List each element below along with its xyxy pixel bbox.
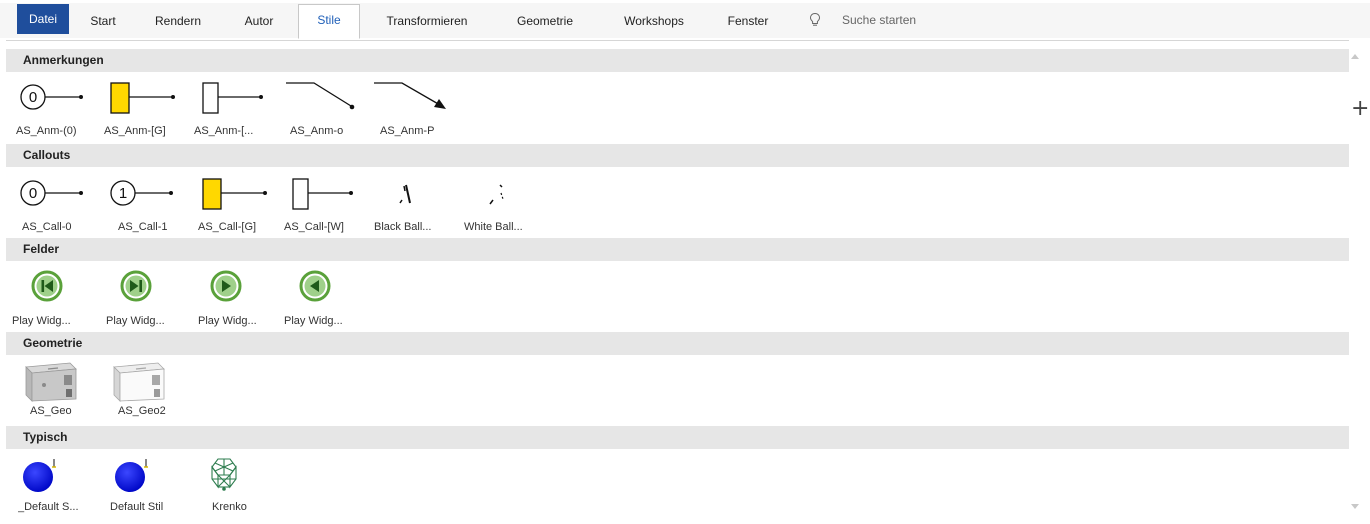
circle-one-leader-icon: 1 — [110, 180, 173, 206]
style-item-as-geo[interactable]: AS_Geo — [18, 359, 106, 419]
item-label: White Ball... — [464, 221, 523, 233]
svg-text:0: 0 — [29, 185, 37, 202]
item-label: AS_Call-1 — [118, 221, 168, 233]
style-item-play-widget-first[interactable]: Play Widg... — [12, 269, 106, 329]
style-item-as-call-w[interactable]: AS_Call-[W] — [284, 175, 374, 235]
style-item-krenko[interactable]: Krenko — [198, 455, 286, 515]
style-item-as-anm-o[interactable]: AS_Anm-o — [286, 79, 374, 139]
circle-zero-leader-icon: 0 — [20, 180, 83, 206]
style-item-as-anm-0[interactable]: 0 AS_Anm-(0) — [16, 79, 106, 139]
ribbon-tab-bar: Datei Start Rendern Autor Stile Transfor… — [0, 0, 1370, 39]
blue-sphere-icon — [115, 459, 148, 492]
white-box-leader-icon — [292, 178, 353, 210]
item-label: Play Widg... — [106, 315, 165, 327]
style-item-black-ball[interactable]: Black Ball... — [374, 175, 464, 235]
tab-start[interactable]: Start — [80, 6, 126, 36]
style-item-as-anm-g[interactable]: AS_Anm-[G] — [104, 79, 194, 139]
style-item-default-stil[interactable]: Default Stil — [108, 455, 196, 515]
style-item-play-widget-forward[interactable]: Play Widg... — [196, 269, 284, 329]
item-label: AS_Anm-(0) — [16, 125, 77, 137]
add-style-plus-icon[interactable]: + — [1351, 98, 1369, 120]
play-last-icon — [120, 270, 152, 302]
yellow-box-leader-icon — [202, 178, 267, 210]
tab-datei[interactable]: Datei — [17, 4, 69, 34]
item-label: Play Widg... — [198, 315, 257, 327]
lightbulb-icon — [809, 12, 821, 26]
section-header-felder: Felder — [6, 238, 1349, 261]
item-label: AS_Call-[W] — [284, 221, 344, 233]
item-label: Black Ball... — [374, 221, 432, 233]
play-backward-icon — [299, 270, 331, 302]
style-item-as-anm-p[interactable]: AS_Anm-P — [374, 79, 462, 139]
item-label: AS_Geo2 — [118, 405, 166, 417]
style-item-as-anm-w[interactable]: AS_Anm-[... — [194, 79, 284, 139]
tab-transformieren[interactable]: Transformieren — [372, 6, 482, 36]
tab-rendern[interactable]: Rendern — [136, 6, 220, 36]
svg-text:0: 0 — [29, 89, 37, 106]
section-header-callouts: Callouts — [6, 144, 1349, 167]
item-label: AS_Anm-[... — [194, 125, 254, 137]
search-placeholder: Suche starten — [842, 13, 917, 27]
style-item-as-call-0[interactable]: 0 AS_Call-0 — [18, 175, 106, 235]
style-item-white-ball[interactable]: White Ball... — [464, 175, 554, 235]
arrow-leader-icon — [374, 82, 446, 109]
style-item-as-call-g[interactable]: AS_Call-[G] — [198, 175, 286, 235]
item-label: Default Stil — [110, 501, 164, 513]
item-label: AS_Call-0 — [22, 221, 72, 233]
white-box-leader-icon — [202, 82, 263, 114]
item-label: AS_Anm-[G] — [104, 125, 166, 137]
blue-sphere-icon — [23, 459, 56, 492]
circle-zero-leader-icon: 0 — [20, 84, 83, 110]
styles-panel: Anmerkungen 0 AS_Anm-(0) AS_Anm-[G] AS_A… — [6, 40, 1349, 524]
tab-geometrie[interactable]: Geometrie — [500, 6, 590, 36]
section-header-anmerkungen: Anmerkungen — [6, 49, 1349, 72]
play-forward-icon — [210, 270, 242, 302]
item-label: Play Widg... — [12, 315, 71, 327]
item-label: Krenko — [212, 501, 247, 513]
yellow-box-leader-icon — [110, 82, 175, 114]
geometry-part-icon — [25, 362, 77, 402]
tab-autor[interactable]: Autor — [234, 6, 284, 36]
tab-workshops[interactable]: Workshops — [606, 6, 702, 36]
style-item-play-widget-backward[interactable]: Play Widg... — [284, 269, 372, 329]
black-ball-icon — [399, 184, 411, 204]
scroll-up-arrow-icon[interactable] — [1351, 54, 1359, 59]
item-label: AS_Anm-o — [290, 125, 344, 137]
scroll-down-arrow-icon[interactable] — [1351, 504, 1359, 509]
style-item-default-s[interactable]: _Default S... — [18, 455, 106, 515]
section-header-geometrie: Geometrie — [6, 332, 1349, 355]
white-ball-icon — [489, 184, 504, 205]
style-item-as-geo2[interactable]: AS_Geo2 — [106, 359, 194, 419]
item-label: AS_Call-[G] — [198, 221, 257, 233]
play-first-icon — [31, 270, 63, 302]
style-item-play-widget-last[interactable]: Play Widg... — [106, 269, 194, 329]
svg-text:1: 1 — [119, 185, 127, 202]
item-label: _Default S... — [18, 501, 79, 513]
style-item-as-call-1[interactable]: 1 AS_Call-1 — [108, 175, 196, 235]
dot-leader-icon — [286, 82, 355, 110]
wire-cube-icon — [211, 458, 237, 491]
geometry-part-light-icon — [113, 362, 165, 402]
tab-fenster[interactable]: Fenster — [712, 6, 784, 36]
section-header-typisch: Typisch — [6, 426, 1349, 449]
tab-stile[interactable]: Stile — [298, 4, 360, 39]
item-label: AS_Anm-P — [380, 125, 435, 137]
item-label: Play Widg... — [284, 315, 343, 327]
